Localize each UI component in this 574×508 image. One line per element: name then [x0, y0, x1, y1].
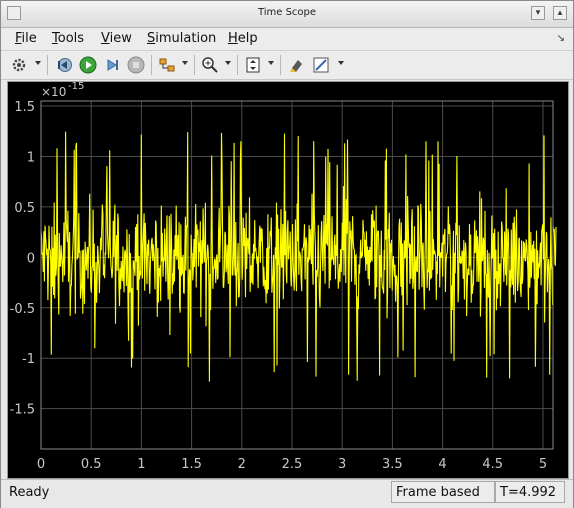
zoom-in-icon[interactable] [200, 55, 220, 75]
toolbar-separator [151, 55, 152, 75]
window-title: Time Scope [257, 7, 317, 18]
y-tick-label: 0 [27, 251, 35, 266]
y-tick-label: -1.5 [10, 403, 35, 418]
toolbar-separator [47, 55, 48, 75]
x-tick-label: 0.5 [81, 457, 102, 472]
maximize-icon[interactable]: ▴ [553, 6, 567, 20]
highlight-icon[interactable] [287, 55, 307, 75]
x-tick-label: 4.5 [482, 457, 503, 472]
undock-arrow-icon[interactable]: ↘ [557, 33, 565, 44]
toolbar-separator [194, 55, 195, 75]
status-time: T=4.992 [495, 481, 565, 503]
time-scope-window: Time Scope ▾ ▴ File Tools View Simulatio… [0, 0, 574, 508]
x-tick-label: 0 [37, 457, 45, 472]
status-bar: Ready Frame based T=4.992 [1, 479, 573, 508]
style-icon[interactable] [311, 55, 331, 75]
x-tick-label: 3 [338, 457, 346, 472]
gear-icon[interactable] [9, 55, 29, 75]
gear-dropdown-icon[interactable] [35, 61, 41, 65]
status-mode: Frame based [391, 481, 495, 503]
x-tick-label: 2 [238, 457, 246, 472]
exponent-label: ×10 [41, 85, 66, 99]
scope-display[interactable]: 0 0.5 1 1.5 2 2.5 3 3.5 4 4.5 5 1.5 1 0.5 0 -0.5 -1 -1.5 ×… [7, 81, 569, 479]
y-tick-label: -1 [22, 352, 35, 367]
signal-trace [40, 131, 557, 382]
x-tick-label: 1.5 [181, 457, 202, 472]
step-back-icon[interactable] [54, 55, 74, 75]
step-forward-icon[interactable] [102, 55, 122, 75]
signal-selector-icon[interactable] [157, 55, 177, 75]
run-icon[interactable] [78, 55, 98, 75]
menu-view[interactable]: View [101, 31, 132, 46]
style-dropdown-icon[interactable] [338, 61, 344, 65]
y-tick-label: -0.5 [10, 302, 35, 317]
x-tick-label: 4 [438, 457, 446, 472]
menu-simulation[interactable]: Simulation [147, 31, 216, 46]
toolbar-separator [237, 55, 238, 75]
x-tick-label: 1 [137, 457, 145, 472]
minimize-icon[interactable]: ▾ [531, 6, 545, 20]
x-tick-label: 3.5 [382, 457, 403, 472]
status-text: Ready [9, 485, 50, 500]
title-bar[interactable]: Time Scope ▾ ▴ [1, 1, 573, 28]
y-tick-label: 1.5 [14, 100, 35, 115]
zoom-dropdown-icon[interactable] [225, 61, 231, 65]
toolbar-separator [280, 55, 281, 75]
autoscale-icon[interactable] [243, 55, 263, 75]
x-tick-label: 2.5 [282, 457, 303, 472]
menu-bar: File Tools View Simulation Help ↘ [1, 28, 573, 51]
exponent-power: -15 [68, 82, 84, 92]
y-tick-label: 1 [27, 150, 35, 165]
menu-tools[interactable]: Tools [52, 31, 84, 46]
scope-plot[interactable]: 0 0.5 1 1.5 2 2.5 3 3.5 4 4.5 5 1.5 1 0.5 0 -0.5 -1 -1.5 ×… [8, 82, 568, 478]
y-tick-label: 0.5 [14, 201, 35, 216]
toolbar [1, 51, 573, 80]
signal-selector-dropdown-icon[interactable] [182, 61, 188, 65]
menu-help[interactable]: Help [228, 31, 258, 46]
x-tick-label: 5 [539, 457, 547, 472]
stop-icon[interactable] [126, 55, 146, 75]
autoscale-dropdown-icon[interactable] [268, 61, 274, 65]
menu-file[interactable]: File [15, 31, 37, 46]
